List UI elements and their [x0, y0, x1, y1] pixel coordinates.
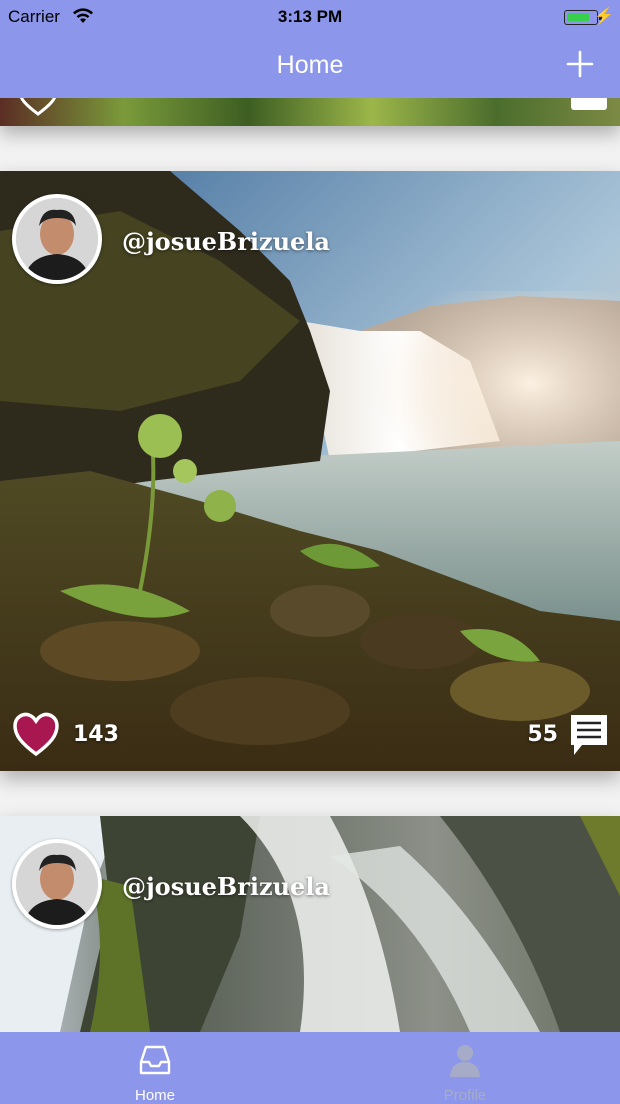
status-time: 3:13 PM: [277, 7, 343, 26]
person-icon: [447, 1042, 483, 1083]
user-photo: [16, 843, 98, 925]
comment-icon: [571, 715, 607, 755]
comment-icon: [570, 98, 608, 119]
post-username[interactable]: @josueBrizuela: [122, 227, 330, 256]
post-card[interactable]: @josueBrizuela: [0, 816, 620, 1032]
plus-icon: [566, 50, 594, 78]
feed-list[interactable]: @josueBrizuela 143 55 @josueBrizuela: [0, 98, 620, 1032]
heart-outline-icon: [18, 98, 58, 121]
comment-button[interactable]: [568, 712, 610, 758]
navigation-bar: Home: [0, 34, 620, 98]
tab-profile[interactable]: Profile: [310, 1032, 620, 1104]
comment-count: 55: [527, 722, 558, 747]
avatar[interactable]: [12, 839, 102, 929]
like-button[interactable]: [12, 712, 60, 758]
avatar[interactable]: [12, 194, 102, 284]
charging-bolt-icon: ⚡: [594, 8, 614, 25]
previous-post-card[interactable]: [0, 98, 620, 126]
like-count: 143: [73, 722, 119, 747]
post-image: [0, 816, 620, 1032]
tab-bar: Home Profile: [0, 1032, 620, 1104]
heart-icon: [13, 712, 59, 757]
status-bar: Carrier 3:13 PM ⚡: [0, 0, 620, 34]
user-photo: [16, 198, 98, 280]
post-username[interactable]: @josueBrizuela: [122, 872, 330, 901]
inbox-tray-icon: [137, 1042, 173, 1083]
add-post-button[interactable]: [566, 50, 594, 78]
tab-home[interactable]: Home: [0, 1032, 310, 1104]
page-title: Home: [276, 51, 344, 79]
tab-profile-label: Profile: [443, 1087, 487, 1104]
tab-home-label: Home: [134, 1087, 175, 1104]
battery-charging-icon: [564, 10, 602, 25]
post-card[interactable]: @josueBrizuela 143 55: [0, 171, 620, 771]
